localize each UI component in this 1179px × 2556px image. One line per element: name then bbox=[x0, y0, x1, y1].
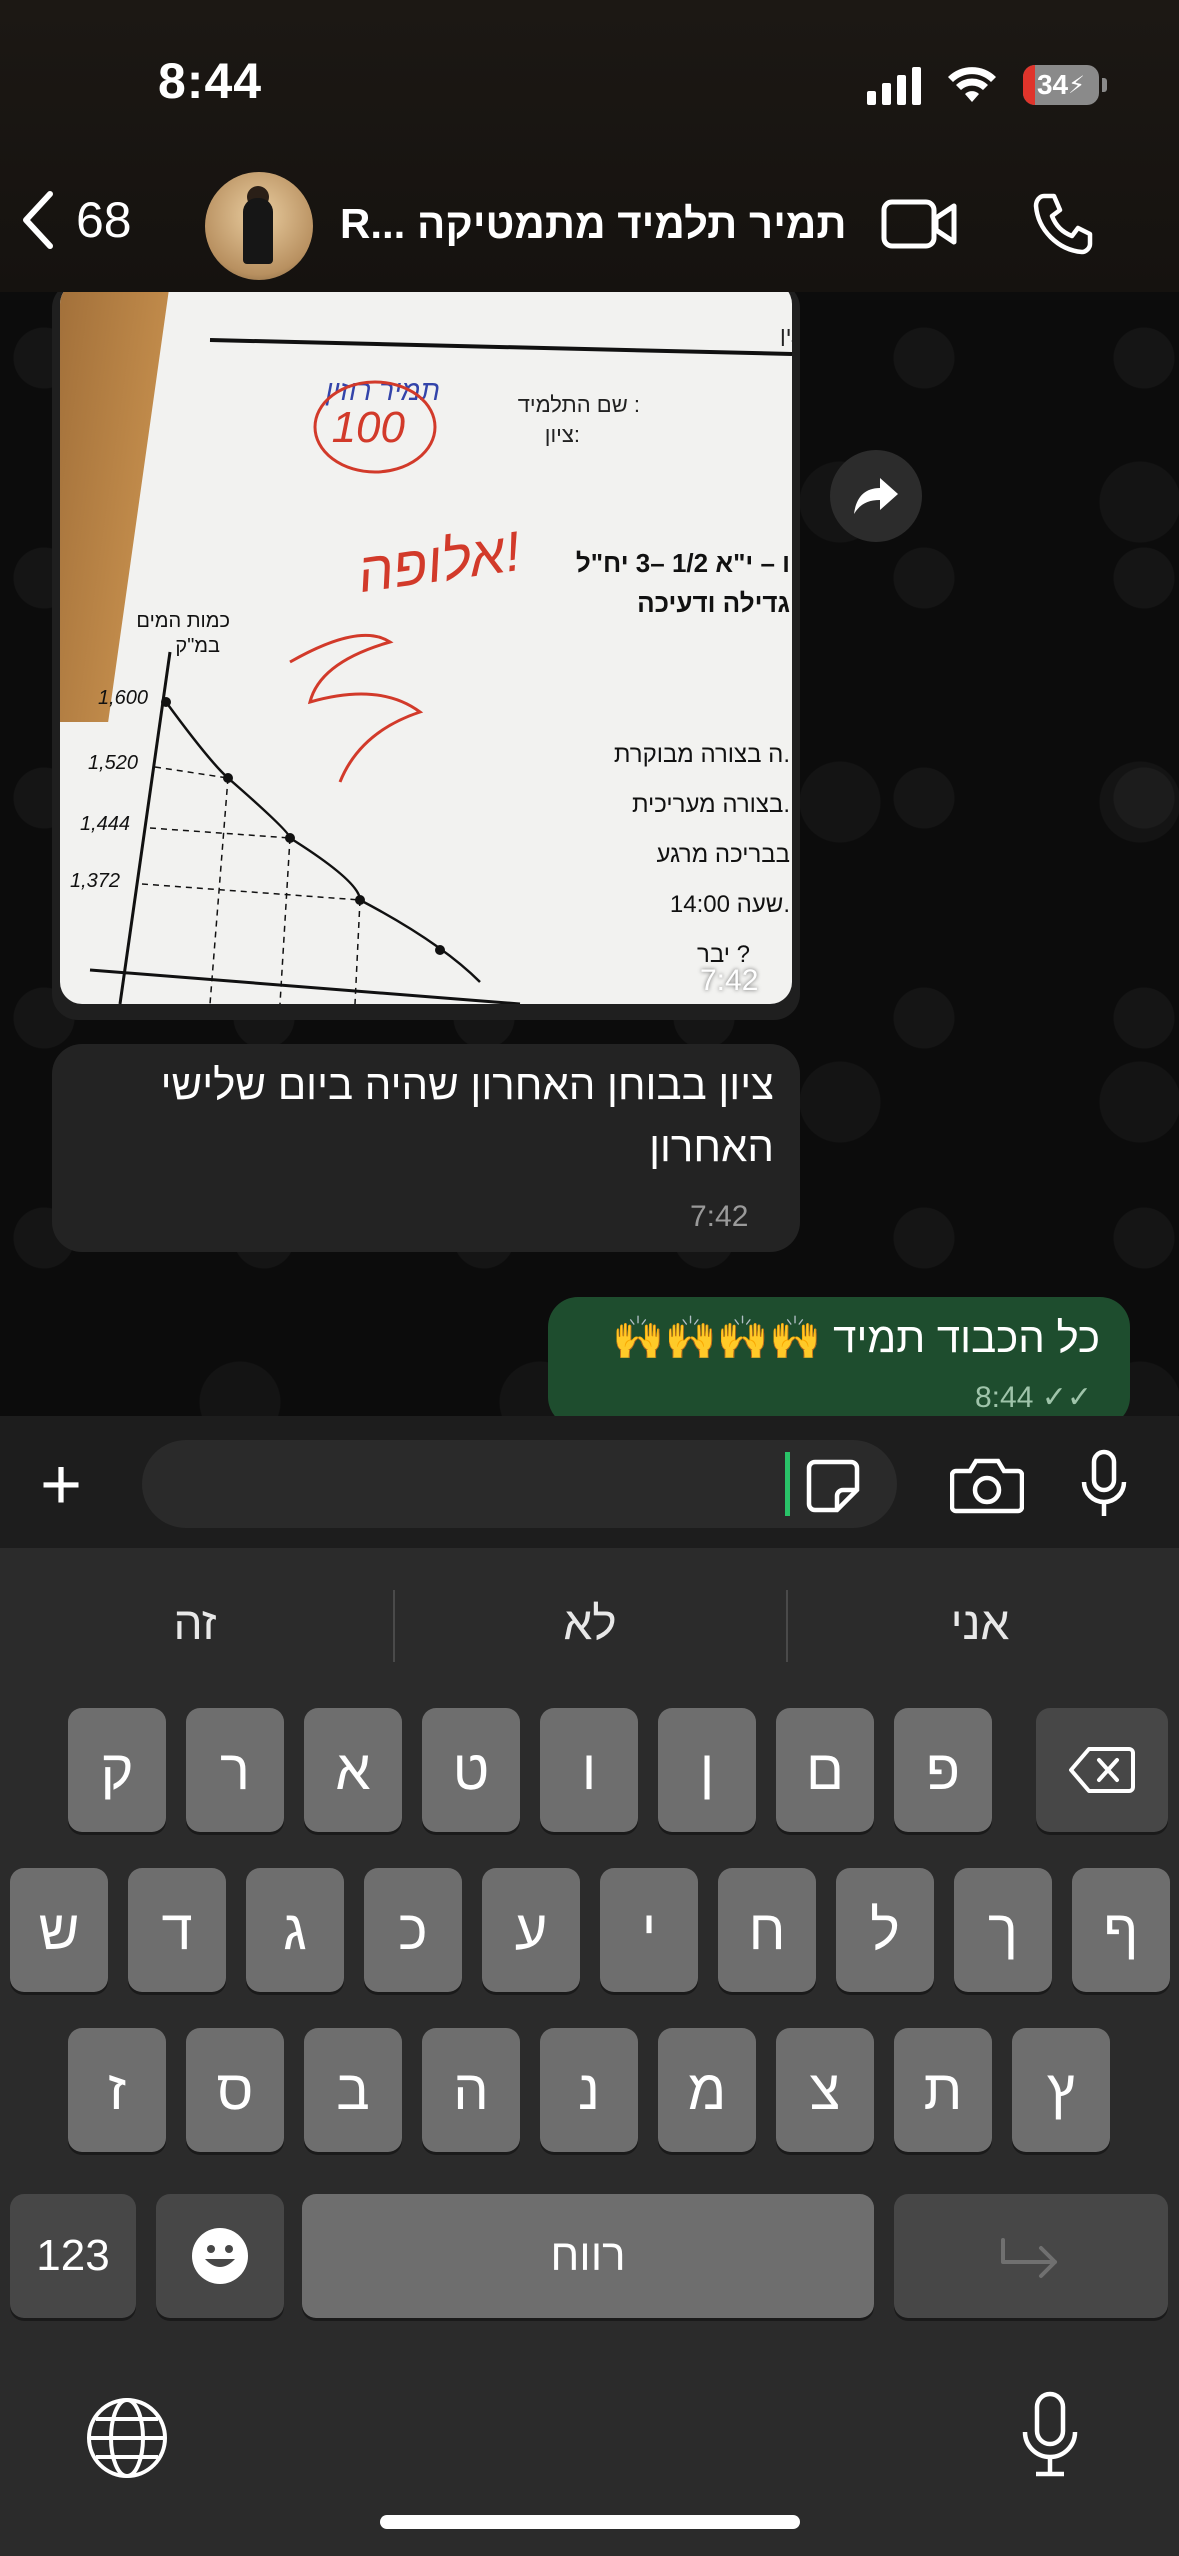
key[interactable]: ע bbox=[482, 1868, 580, 1992]
top-bar bbox=[0, 0, 1179, 292]
photo-y-tick-2: 1,520 bbox=[88, 752, 138, 774]
key[interactable]: ר bbox=[186, 1708, 284, 1832]
key[interactable]: ל bbox=[836, 1868, 934, 1992]
key[interactable]: א bbox=[304, 1708, 402, 1832]
suggestion-2[interactable]: לא bbox=[430, 1588, 750, 1658]
image-message[interactable]: עים ולאומניות - מודיעין שם התלמיד : תמיר… bbox=[60, 292, 792, 1004]
numbers-key[interactable]: 123 bbox=[10, 2194, 136, 2318]
photo-line-4: שעה 14:00. bbox=[670, 891, 790, 918]
photo-topic: גדילה ודעיכה bbox=[637, 588, 790, 618]
contact-avatar[interactable] bbox=[205, 172, 313, 280]
photo-y-tick-3: 1,444 bbox=[80, 813, 130, 835]
status-icons: 34 ⚡ bbox=[867, 60, 1107, 110]
suggestion-divider bbox=[786, 1590, 788, 1662]
key[interactable]: ך bbox=[954, 1868, 1052, 1992]
delete-key[interactable] bbox=[1036, 1708, 1168, 1832]
attach-plus-icon[interactable]: + bbox=[40, 1449, 82, 1521]
back-button[interactable]: 68 bbox=[20, 190, 132, 250]
space-key[interactable]: רווח bbox=[302, 2194, 874, 2318]
outgoing-message-time: 8:44 ✓✓ bbox=[975, 1380, 1092, 1415]
outgoing-time-value: 8:44 bbox=[975, 1381, 1034, 1414]
key[interactable]: ק bbox=[68, 1708, 166, 1832]
key[interactable]: ש bbox=[10, 1868, 108, 1992]
photo-y-tick-1: 1,600 bbox=[98, 687, 148, 709]
key[interactable]: ן bbox=[658, 1708, 756, 1832]
photo-y-tick-4: 1,372 bbox=[70, 870, 120, 892]
photo-line-3: בבריכה מרגע bbox=[656, 841, 790, 868]
key[interactable]: ד bbox=[128, 1868, 226, 1992]
photo-course-line: ו – י"א 1/2 –3 יח"ל bbox=[576, 548, 790, 578]
dictation-mic-icon[interactable] bbox=[1020, 2390, 1080, 2480]
key[interactable]: כ bbox=[364, 1868, 462, 1992]
forward-button[interactable] bbox=[830, 450, 922, 542]
chevron-left-icon bbox=[23, 191, 53, 249]
suggestion-1[interactable]: זה bbox=[40, 1588, 350, 1658]
key[interactable]: ח bbox=[718, 1868, 816, 1992]
key[interactable]: צ bbox=[776, 2028, 874, 2152]
globe-icon[interactable] bbox=[84, 2395, 170, 2481]
outgoing-message-text: כל הכבוד תמיד 🙌🙌🙌🙌 bbox=[612, 1314, 1100, 1361]
chat-area[interactable]: עים ולאומניות - מודיעין שם התלמיד : תמיר… bbox=[0, 292, 1179, 1416]
phone-call-icon[interactable] bbox=[1030, 190, 1096, 256]
photo-grade: 100 bbox=[332, 403, 406, 452]
forward-icon bbox=[854, 478, 898, 514]
sticker-icon[interactable] bbox=[805, 1458, 861, 1514]
key[interactable]: ו bbox=[540, 1708, 638, 1832]
status-time: 8:44 bbox=[158, 53, 263, 109]
key[interactable]: ה bbox=[422, 2028, 520, 2152]
photo-y-axis-unit: במ"ק bbox=[175, 635, 220, 657]
photo-line-1: ה בצורה מבוקרת. bbox=[614, 741, 790, 768]
emoji-icon bbox=[192, 2228, 248, 2284]
key[interactable]: ט bbox=[422, 1708, 520, 1832]
key[interactable]: ס bbox=[186, 2028, 284, 2152]
unread-count: 68 bbox=[76, 192, 132, 248]
photo-y-axis-label: כמות המים bbox=[136, 610, 230, 632]
wifi-icon bbox=[948, 67, 996, 102]
incoming-message-text: ציון בבוחן האחרון שהיה ביום שלישי האחרון bbox=[160, 1061, 774, 1170]
message-input[interactable] bbox=[142, 1440, 897, 1528]
home-indicator[interactable] bbox=[380, 2515, 800, 2529]
photo-line-2: בצורה מעריכית. bbox=[632, 791, 790, 818]
key[interactable]: י bbox=[600, 1868, 698, 1992]
photo-grade-label: ציון: bbox=[545, 422, 580, 447]
photo-header-line: עים ולאומניות - מודיעין bbox=[780, 322, 792, 347]
return-key[interactable] bbox=[894, 2194, 1168, 2318]
delete-icon bbox=[1069, 1747, 1135, 1793]
key[interactable]: ב bbox=[304, 2028, 402, 2152]
photo-praise: אלופה! bbox=[354, 519, 525, 604]
read-receipt-icon: ✓✓ bbox=[1041, 1381, 1093, 1414]
contact-name[interactable]: תמיר תלמיד מתמטיקה ...R bbox=[340, 200, 860, 248]
key[interactable]: ץ bbox=[1012, 2028, 1110, 2152]
key[interactable]: מ bbox=[658, 2028, 756, 2152]
cellular-signal-icon bbox=[867, 65, 921, 105]
emoji-key[interactable] bbox=[156, 2194, 284, 2318]
key[interactable]: ף bbox=[1072, 1868, 1170, 1992]
image-message-time: 7:42 bbox=[700, 964, 759, 997]
return-icon bbox=[1001, 2238, 1057, 2278]
camera-icon[interactable] bbox=[950, 1455, 1024, 1515]
battery-level: 34 bbox=[1036, 69, 1069, 100]
video-call-icon[interactable] bbox=[880, 196, 960, 252]
suggestion-divider bbox=[393, 1590, 395, 1662]
key[interactable]: ז bbox=[68, 2028, 166, 2152]
key[interactable]: ם bbox=[776, 1708, 874, 1832]
battery-icon: 34 ⚡ bbox=[1023, 65, 1107, 105]
photo-student-label: שם התלמיד : bbox=[518, 392, 640, 417]
microphone-icon[interactable] bbox=[1080, 1448, 1128, 1520]
key[interactable]: נ bbox=[540, 2028, 638, 2152]
key[interactable]: ג bbox=[246, 1868, 344, 1992]
key[interactable]: ת bbox=[894, 2028, 992, 2152]
text-cursor bbox=[785, 1452, 790, 1516]
incoming-message-time: 7:42 bbox=[690, 1200, 749, 1233]
suggestion-3[interactable]: אני bbox=[825, 1588, 1135, 1658]
key[interactable]: פ bbox=[894, 1708, 992, 1832]
